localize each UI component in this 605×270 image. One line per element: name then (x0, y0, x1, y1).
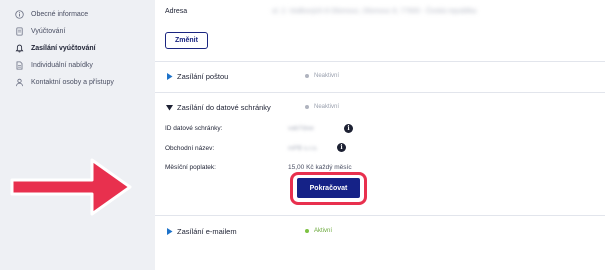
sidebar-item-label: Vyúčtování (31, 28, 66, 35)
databox-status: Neaktivní (305, 104, 339, 110)
caret-right-icon (166, 227, 173, 235)
sidebar-item-label: Obecné informace (31, 11, 89, 18)
status-dot (305, 229, 309, 233)
info-icon[interactable]: i (344, 124, 353, 133)
info-icon[interactable]: i (337, 143, 346, 152)
status-text: Neaktivní (314, 73, 340, 79)
divider (155, 61, 605, 62)
sidebar: Obecné informace Vyúčtování Zasílání vyú… (0, 0, 148, 270)
databox-id-value: vab7dxw (288, 125, 314, 132)
caret-down-icon (166, 103, 173, 111)
person-icon (14, 78, 24, 88)
sidebar-item-individual-offers[interactable]: Individuální nabídky (0, 57, 148, 74)
monthly-fee-label: Měsíční poplatek: (165, 164, 216, 171)
sidebar-item-label: Individuální nabídky (31, 62, 93, 69)
sidebar-item-billing-delivery[interactable]: Zasílání vyúčtování (0, 40, 148, 57)
email-delivery-title: Zasílání e-mailem (177, 226, 237, 236)
next-section-card (155, 263, 605, 270)
business-name-label: Obchodní název: (165, 145, 215, 152)
billing-delivery-panel: Adresa ul. 2. Vodkových 8 Olomouc, Olomo… (155, 0, 605, 270)
databox-delivery-row[interactable]: Zasílání do datové schránky Neaktivní (155, 96, 605, 118)
databox-id-label: ID datové schránky: (165, 125, 223, 132)
address-value: ul. 2. Vodkových 8 Olomouc, Olomouc 8, 7… (272, 8, 477, 15)
bell-icon (14, 44, 24, 54)
change-address-button[interactable]: Změnit (165, 32, 208, 49)
sidebar-item-general-info[interactable]: Obecné informace (0, 6, 148, 23)
email-delivery-row[interactable]: Zasílání e-mailem Aktivní (155, 220, 605, 242)
divider (155, 92, 605, 93)
sidebar-item-billing[interactable]: Vyúčtování (0, 23, 148, 40)
divider (155, 215, 605, 216)
status-dot (305, 74, 309, 78)
email-status: Aktivní (305, 228, 332, 234)
file-icon (14, 61, 24, 71)
databox-delivery-title: Zasílání do datové schránky (177, 102, 271, 112)
sidebar-item-contacts[interactable]: Kontaktní osoby a přístupy (0, 74, 148, 91)
status-dot (305, 105, 309, 109)
address-label: Adresa (165, 8, 188, 15)
document-icon (14, 27, 24, 37)
caret-right-icon (166, 72, 173, 80)
monthly-fee-value: 15,00 Kč každý měsíc (288, 164, 352, 171)
continue-button[interactable]: Pokračovat (297, 178, 360, 198)
postal-status: Neaktivní (305, 73, 339, 79)
business-name-value: mPB s.r.o. (288, 145, 318, 152)
status-text: Aktivní (314, 228, 333, 234)
sidebar-item-label: Kontaktní osoby a přístupy (31, 79, 114, 86)
arrow-annotation-icon (10, 158, 132, 216)
sidebar-item-label: Zasílání vyúčtování (31, 45, 96, 52)
postal-delivery-title: Zasílání poštou (177, 71, 229, 81)
info-circle-icon (14, 10, 24, 20)
status-text: Neaktivní (314, 104, 340, 110)
postal-delivery-row[interactable]: Zasílání poštou Neaktivní (155, 65, 605, 87)
